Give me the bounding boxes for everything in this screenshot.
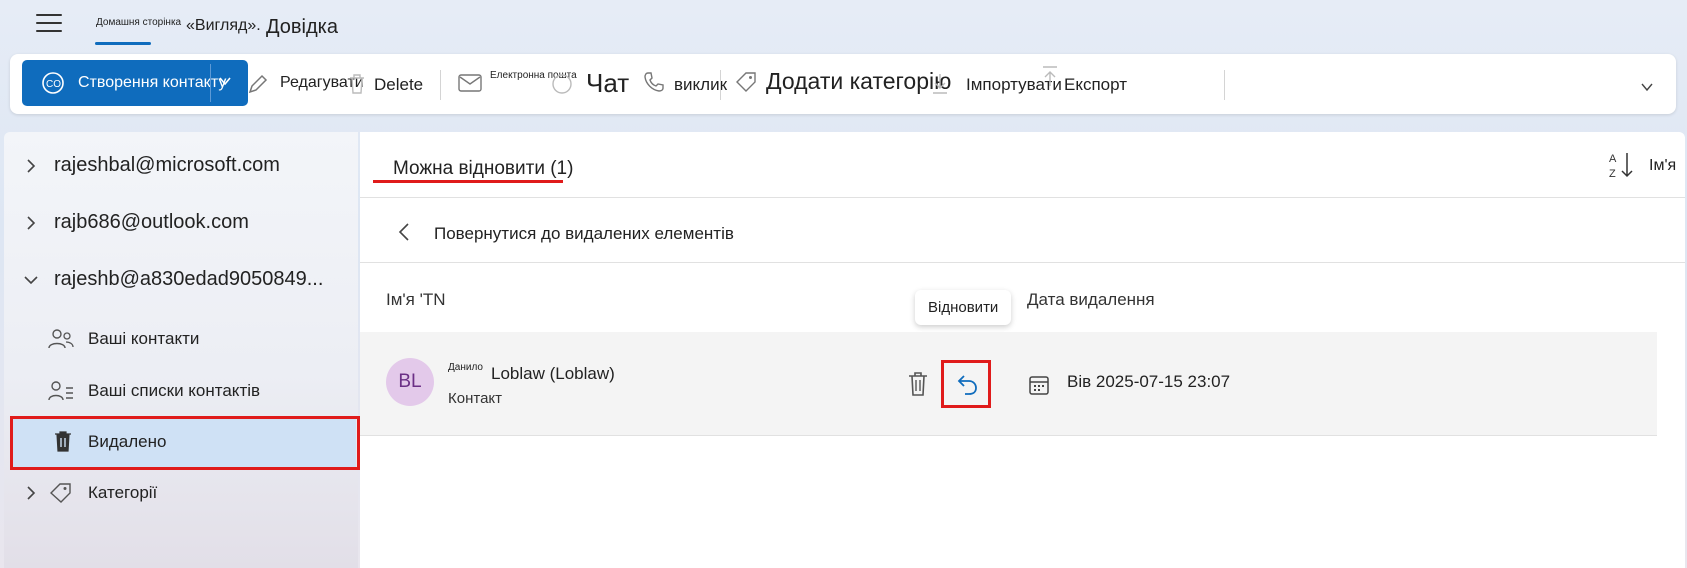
- main-pane: Можна відновити (1) A Z Ім'я Повернутися…: [360, 132, 1685, 568]
- import-icon: [933, 74, 947, 94]
- title-underline: [373, 180, 563, 183]
- contact-type: Контакт: [448, 390, 503, 407]
- menu-icon[interactable]: [36, 14, 62, 34]
- ribbon-separator: [440, 70, 441, 100]
- add-category-button[interactable]: Додати категорію: [734, 60, 951, 106]
- contact-list-icon: [48, 381, 73, 401]
- import-button[interactable]: Імпортувати: [930, 60, 1062, 106]
- calendar-icon: [1029, 376, 1049, 395]
- tag-icon: [736, 72, 756, 92]
- avatar: BL: [386, 358, 434, 406]
- svg-text:Z: Z: [1609, 168, 1616, 180]
- active-tab-indicator: [95, 42, 151, 45]
- delete-button[interactable]: Delete: [350, 60, 440, 106]
- sidebar-account-microsoft[interactable]: rajeshbal@microsoft.com: [4, 144, 358, 188]
- restore-button[interactable]: [941, 360, 991, 408]
- phone-icon: [644, 72, 664, 92]
- restore-tooltip: Відновити: [915, 290, 1012, 325]
- tab-view[interactable]: «Вигляд».: [186, 17, 261, 35]
- svg-text:CO: CO: [46, 79, 61, 90]
- people-icon: [48, 329, 74, 349]
- back-to-deleted-link[interactable]: Повернутися до видалених елементів: [396, 218, 816, 248]
- table-row[interactable]: BL Данило Loblaw (Loblaw) Контакт Вів 20…: [360, 332, 1657, 435]
- divider: [360, 197, 1685, 198]
- tab-home[interactable]: Домашня сторінка: [96, 17, 181, 28]
- export-button[interactable]: Експорт: [1040, 60, 1150, 106]
- column-header-deleted-date[interactable]: Дата видалення: [1027, 290, 1155, 310]
- contact-first-name: Данило: [448, 362, 483, 373]
- chat-button[interactable]: Чат: [550, 60, 640, 106]
- chevron-right-icon: [27, 159, 36, 173]
- sidebar-item-your-contacts[interactable]: Ваші контакти: [4, 318, 358, 360]
- add-contact-icon: CO: [42, 72, 64, 94]
- contact-name: Loblaw (Loblaw): [491, 364, 615, 383]
- pencil-icon: [248, 74, 268, 94]
- selection-highlight-frame: [10, 416, 360, 470]
- divider: [360, 262, 1685, 263]
- ribbon-toolbar: CO Створення контакту Редагувати Delete …: [10, 54, 1676, 114]
- top-bar: Домашня сторінка «Вигляд». Довідка: [0, 0, 1687, 50]
- tag-icon: [49, 483, 71, 503]
- new-contact-label: Створення контакту: [78, 74, 227, 91]
- chevron-down-icon[interactable]: [218, 74, 232, 88]
- sidebar: rajeshbal@microsoft.com rajb686@outlook.…: [4, 132, 360, 568]
- ribbon-separator: [720, 70, 721, 100]
- tab-help[interactable]: Довідка: [266, 16, 338, 39]
- sort-az-icon: A Z: [1609, 153, 1633, 180]
- page-title: Можна відновити (1): [393, 158, 574, 179]
- chevron-left-icon: [398, 223, 409, 241]
- chat-icon: [552, 74, 572, 94]
- delete-permanently-icon[interactable]: [904, 370, 932, 398]
- mail-icon: [458, 74, 482, 92]
- sidebar-item-contact-lists[interactable]: Ваші списки контактів: [4, 370, 358, 412]
- svg-text:A: A: [1609, 153, 1617, 165]
- chevron-right-icon: [27, 486, 36, 500]
- column-header-name[interactable]: Ім'я 'TN: [386, 290, 446, 310]
- export-icon: [1043, 66, 1057, 86]
- ribbon-separator: [1224, 70, 1225, 100]
- deleted-date: Вів 2025-07-15 23:07: [1067, 372, 1231, 391]
- split-divider: [210, 64, 211, 102]
- chevron-down-icon[interactable]: [1640, 80, 1654, 94]
- sidebar-account-tenant[interactable]: rajeshb@a830edad9050849...: [4, 258, 358, 302]
- divider: [360, 435, 1657, 436]
- new-contact-button[interactable]: CO Створення контакту: [22, 60, 248, 106]
- sidebar-account-outlook[interactable]: rajb686@outlook.com: [4, 201, 358, 245]
- chevron-right-icon: [27, 216, 36, 230]
- sidebar-item-categories[interactable]: Категорії: [4, 472, 358, 514]
- chevron-down-icon: [24, 276, 38, 285]
- trash-icon: [350, 74, 364, 94]
- call-button[interactable]: виклик: [642, 60, 742, 106]
- undo-icon: [957, 375, 977, 395]
